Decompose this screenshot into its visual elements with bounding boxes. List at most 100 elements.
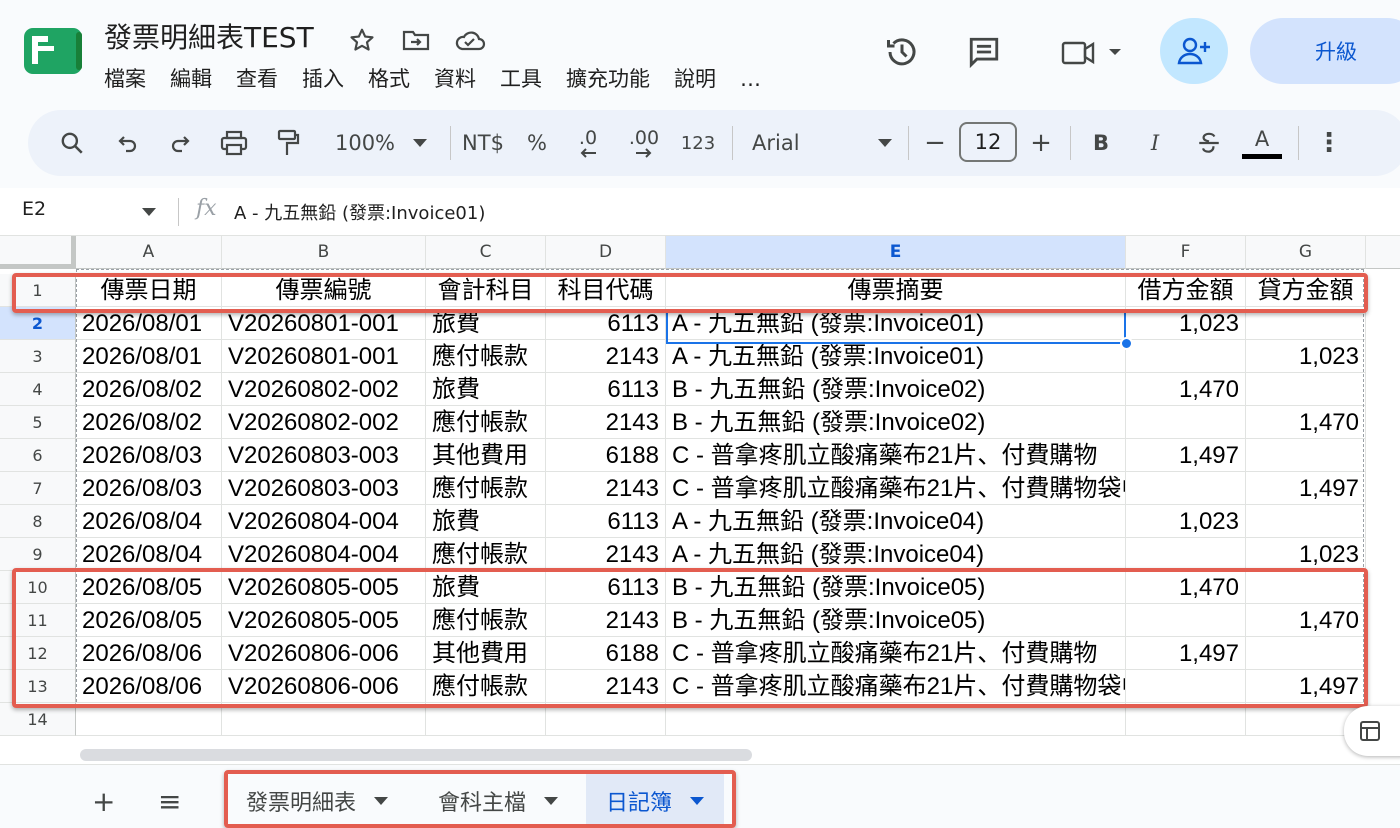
row-header-9[interactable]: 9 [0, 538, 76, 571]
cell-f8[interactable]: 1,023 [1126, 505, 1246, 538]
cell-c7[interactable]: 應付帳款 [426, 472, 546, 505]
cell-d14[interactable] [546, 703, 666, 736]
cell-a7[interactable]: 2026/08/03 [76, 472, 222, 505]
row-header-10[interactable]: 10 [0, 571, 76, 604]
share-button[interactable] [1160, 18, 1228, 84]
cell-c5[interactable]: 應付帳款 [426, 406, 546, 439]
column-header-f[interactable]: F [1126, 236, 1246, 269]
number-format-button[interactable]: 123 [678, 110, 718, 176]
cell-a10[interactable]: 2026/08/05 [76, 571, 222, 604]
cell-b8[interactable]: V20260804-004 [222, 505, 426, 538]
more-options-icon[interactable]: ⋮ [1314, 110, 1344, 176]
cell-b13[interactable]: V20260806-006 [222, 670, 426, 703]
cell-b6[interactable]: V20260803-003 [222, 439, 426, 472]
cell-e11[interactable]: B - 九五無鉛 (發票:Invoice05) [666, 604, 1126, 637]
cell-f13[interactable] [1126, 670, 1246, 703]
menu-format[interactable]: 格式 [356, 64, 422, 94]
row-header-1[interactable]: 1 [0, 274, 76, 307]
menu-file[interactable]: 檔案 [104, 64, 158, 94]
cell-g2[interactable] [1246, 307, 1366, 340]
cell-e3[interactable]: A - 九五無鉛 (發票:Invoice01) [666, 340, 1126, 373]
cell-g8[interactable] [1246, 505, 1366, 538]
cell-a6[interactable]: 2026/08/03 [76, 439, 222, 472]
redo-icon[interactable] [162, 110, 198, 176]
cell-c2[interactable]: 旅費 [426, 307, 546, 340]
cell-b4[interactable]: V20260802-002 [222, 373, 426, 406]
cell-g4[interactable] [1246, 373, 1366, 406]
cell-d7[interactable]: 2143 [546, 472, 666, 505]
column-header-e[interactable]: E [666, 236, 1126, 269]
add-sheet-button[interactable]: + [80, 773, 127, 828]
cell-a13[interactable]: 2026/08/06 [76, 670, 222, 703]
header-cell-b[interactable]: 傳票編號 [222, 274, 426, 307]
menu-tools[interactable]: 工具 [488, 64, 554, 94]
cell-e12[interactable]: C - 普拿疼肌立酸痛藥布21片、付費購物 [666, 637, 1126, 670]
star-icon[interactable] [346, 24, 378, 56]
menu-view[interactable]: 查看 [224, 64, 290, 94]
paint-format-icon[interactable] [270, 110, 306, 176]
cell-e14[interactable] [666, 703, 1126, 736]
cell-d8[interactable]: 6113 [546, 505, 666, 538]
cell-e7[interactable]: C - 普拿疼肌立酸痛藥布21片、付費購物袋中 (發 [666, 472, 1126, 505]
cell-g3[interactable]: 1,023 [1246, 340, 1366, 373]
cell-d10[interactable]: 6113 [546, 571, 666, 604]
cloud-saved-icon[interactable] [454, 24, 486, 56]
cell-c9[interactable]: 應付帳款 [426, 538, 546, 571]
row-header-11[interactable]: 11 [0, 604, 76, 637]
sheets-logo-icon[interactable] [24, 28, 82, 74]
cell-b10[interactable]: V20260805-005 [222, 571, 426, 604]
cell-d13[interactable]: 2143 [546, 670, 666, 703]
all-sheets-button[interactable]: ≡ [146, 773, 193, 828]
column-header-c[interactable]: C [426, 236, 546, 269]
cell-d11[interactable]: 2143 [546, 604, 666, 637]
cell-g11[interactable]: 1,470 [1246, 604, 1366, 637]
row-header-2[interactable]: 2 [0, 307, 76, 340]
header-cell-c[interactable]: 會計科目 [426, 274, 546, 307]
cell-c12[interactable]: 其他費用 [426, 637, 546, 670]
undo-icon[interactable] [110, 110, 146, 176]
comment-icon[interactable] [962, 30, 1006, 74]
increase-font-size-button[interactable]: + [1026, 110, 1056, 176]
cell-d12[interactable]: 6188 [546, 637, 666, 670]
formula-input[interactable]: A - 九五無鉛 (發票:Invoice01) [234, 199, 485, 225]
cell-e8[interactable]: A - 九五無鉛 (發票:Invoice04) [666, 505, 1126, 538]
cell-g6[interactable] [1246, 439, 1366, 472]
cell-e9[interactable]: A - 九五無鉛 (發票:Invoice04) [666, 538, 1126, 571]
cell-a3[interactable]: 2026/08/01 [76, 340, 222, 373]
header-cell-e[interactable]: 傳票摘要 [666, 274, 1126, 307]
cell-c14[interactable] [426, 703, 546, 736]
tab-account-master[interactable]: 會科主檔 [418, 773, 578, 828]
column-header-g[interactable]: G [1246, 236, 1366, 269]
decrease-font-size-button[interactable]: − [920, 110, 950, 176]
header-cell-f[interactable]: 借方金額 [1126, 274, 1246, 307]
cell-f4[interactable]: 1,470 [1126, 373, 1246, 406]
cell-b2[interactable]: V20260801-001 [222, 307, 426, 340]
cell-e2[interactable]: A - 九五無鉛 (發票:Invoice01) [666, 307, 1126, 340]
cell-e4[interactable]: B - 九五無鉛 (發票:Invoice02) [666, 373, 1126, 406]
cell-e5[interactable]: B - 九五無鉛 (發票:Invoice02) [666, 406, 1126, 439]
cell-b12[interactable]: V20260806-006 [222, 637, 426, 670]
menu-help[interactable]: 說明 [662, 64, 728, 94]
column-header-d[interactable]: D [546, 236, 666, 269]
menu-more[interactable]: … [728, 64, 773, 94]
cell-c4[interactable]: 旅費 [426, 373, 546, 406]
cell-d6[interactable]: 6188 [546, 439, 666, 472]
increase-decimal-button[interactable]: .00 [622, 110, 666, 176]
cell-a2[interactable]: 2026/08/01 [76, 307, 222, 340]
column-header-a[interactable]: A [76, 236, 222, 269]
menu-edit[interactable]: 編輯 [158, 64, 224, 94]
header-cell-a[interactable]: 傳票日期 [76, 274, 222, 307]
cell-g12[interactable] [1246, 637, 1366, 670]
cell-c10[interactable]: 旅費 [426, 571, 546, 604]
cell-f3[interactable] [1126, 340, 1246, 373]
cell-a9[interactable]: 2026/08/04 [76, 538, 222, 571]
table-icon[interactable] [1344, 706, 1400, 756]
chevron-down-icon[interactable] [142, 208, 156, 216]
tab-journal[interactable]: 日記簿 [586, 773, 725, 828]
cell-f14[interactable] [1126, 703, 1246, 736]
search-icon[interactable] [54, 110, 90, 176]
cell-e6[interactable]: C - 普拿疼肌立酸痛藥布21片、付費購物 [666, 439, 1126, 472]
decrease-decimal-button[interactable]: .0 [568, 110, 608, 176]
cell-d5[interactable]: 2143 [546, 406, 666, 439]
cell-b11[interactable]: V20260805-005 [222, 604, 426, 637]
